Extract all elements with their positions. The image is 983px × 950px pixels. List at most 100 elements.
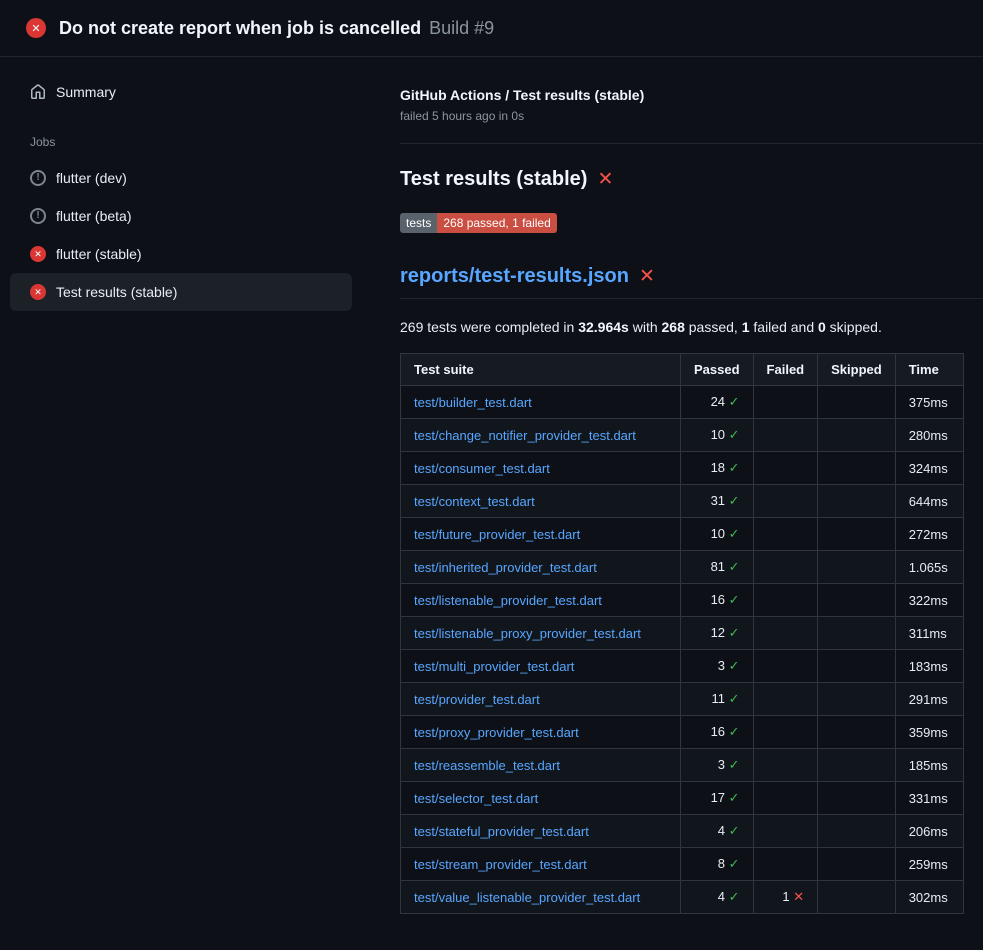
check-icon: ✓ [729, 724, 740, 739]
jobs-section-label: Jobs [30, 135, 352, 149]
suite-cell: test/builder_test.dart [401, 386, 681, 419]
test-suite-link[interactable]: test/stream_provider_test.dart [414, 857, 587, 872]
main-content: GitHub Actions / Test results (stable) f… [380, 57, 983, 914]
test-suite-link[interactable]: test/selector_test.dart [414, 791, 538, 806]
table-row: test/listenable_proxy_provider_test.dart… [401, 617, 964, 650]
test-suite-link[interactable]: test/stateful_provider_test.dart [414, 824, 589, 839]
suite-cell: test/selector_test.dart [401, 782, 681, 815]
test-suite-link[interactable]: test/proxy_provider_test.dart [414, 725, 579, 740]
failed-cell [753, 518, 818, 551]
sidebar-item-flutter-beta[interactable]: ! flutter (beta) [10, 197, 352, 235]
check-icon: ✓ [729, 460, 740, 475]
failed-cell [753, 419, 818, 452]
time-cell: 644ms [895, 485, 963, 518]
time-cell: 183ms [895, 650, 963, 683]
badge-label: tests [400, 213, 437, 233]
table-row: test/listenable_provider_test.dart16 ✓32… [401, 584, 964, 617]
table-row: test/builder_test.dart24 ✓375ms [401, 386, 964, 419]
time-cell: 291ms [895, 683, 963, 716]
test-suite-link[interactable]: test/listenable_provider_test.dart [414, 593, 602, 608]
failed-cell [753, 551, 818, 584]
summary-line: 269 tests were completed in 32.964s with… [400, 319, 983, 335]
failed-cell: 1 ✕ [753, 881, 818, 914]
check-icon: ✓ [729, 757, 740, 772]
suite-cell: test/provider_test.dart [401, 683, 681, 716]
col-header-test-suite: Test suite [401, 354, 681, 386]
failed-cell [753, 617, 818, 650]
failed-x-icon: ✕ [639, 267, 655, 286]
failed-cell [753, 485, 818, 518]
failed-icon: ✕ [30, 284, 46, 300]
table-row: test/reassemble_test.dart3 ✓185ms [401, 749, 964, 782]
skipped-cell [818, 848, 896, 881]
passed-cell: 8 ✓ [681, 848, 754, 881]
col-header-passed: Passed [681, 354, 754, 386]
suite-cell: test/future_provider_test.dart [401, 518, 681, 551]
check-icon: ✓ [729, 493, 740, 508]
suite-cell: test/listenable_proxy_provider_test.dart [401, 617, 681, 650]
test-suite-link[interactable]: test/value_listenable_provider_test.dart [414, 890, 640, 905]
report-file-link[interactable]: reports/test-results.json [400, 265, 629, 288]
cross-icon: ✕ [793, 889, 804, 904]
sidebar-item-label: Test results (stable) [56, 284, 177, 300]
test-suite-link[interactable]: test/reassemble_test.dart [414, 758, 560, 773]
summary-text: 269 tests were completed in [400, 319, 578, 335]
passed-cell: 10 ✓ [681, 518, 754, 551]
sidebar-item-test-results-stable[interactable]: ✕ Test results (stable) [10, 273, 352, 311]
cancelled-icon: ! [30, 208, 46, 224]
suite-cell: test/stateful_provider_test.dart [401, 815, 681, 848]
test-suite-link[interactable]: test/inherited_provider_test.dart [414, 560, 597, 575]
test-suite-link[interactable]: test/context_test.dart [414, 494, 535, 509]
time-cell: 259ms [895, 848, 963, 881]
col-header-time: Time [895, 354, 963, 386]
test-suite-link[interactable]: test/consumer_test.dart [414, 461, 550, 476]
test-suite-link[interactable]: test/multi_provider_test.dart [414, 659, 574, 674]
check-icon: ✓ [729, 625, 740, 640]
time-cell: 311ms [895, 617, 963, 650]
sidebar-item-summary[interactable]: Summary [10, 73, 352, 111]
suite-cell: test/value_listenable_provider_test.dart [401, 881, 681, 914]
passed-cell: 24 ✓ [681, 386, 754, 419]
suite-cell: test/proxy_provider_test.dart [401, 716, 681, 749]
check-icon: ✓ [729, 790, 740, 805]
skipped-cell [818, 419, 896, 452]
test-suite-link[interactable]: test/listenable_proxy_provider_test.dart [414, 626, 641, 641]
test-suite-link[interactable]: test/builder_test.dart [414, 395, 532, 410]
summary-text: failed and [750, 319, 819, 335]
test-suite-link[interactable]: test/future_provider_test.dart [414, 527, 580, 542]
sidebar-item-flutter-stable[interactable]: ✕flutter (stable) [10, 235, 352, 273]
page-title: Do not create report when job is cancell… [59, 18, 421, 39]
page-header: ✕ Do not create report when job is cance… [0, 0, 983, 57]
passed-cell: 12 ✓ [681, 617, 754, 650]
suite-cell: test/multi_provider_test.dart [401, 650, 681, 683]
time-cell: 280ms [895, 419, 963, 452]
breadcrumb: GitHub Actions / Test results (stable) [400, 87, 983, 103]
check-icon: ✓ [729, 526, 740, 541]
summary-skipped-count: 0 [818, 319, 826, 335]
suite-cell: test/inherited_provider_test.dart [401, 551, 681, 584]
table-row: test/proxy_provider_test.dart16 ✓359ms [401, 716, 964, 749]
summary-text: passed, [685, 319, 742, 335]
test-suite-link[interactable]: test/provider_test.dart [414, 692, 540, 707]
failed-cell [753, 584, 818, 617]
check-icon: ✓ [729, 889, 740, 904]
test-suite-link[interactable]: test/change_notifier_provider_test.dart [414, 428, 636, 443]
col-header-failed: Failed [753, 354, 818, 386]
time-cell: 272ms [895, 518, 963, 551]
sidebar-item-flutter-dev[interactable]: !flutter (dev) [10, 159, 352, 197]
time-cell: 206ms [895, 815, 963, 848]
table-row: test/change_notifier_provider_test.dart1… [401, 419, 964, 452]
table-row: test/consumer_test.dart18 ✓324ms [401, 452, 964, 485]
summary-text: skipped. [826, 319, 882, 335]
time-cell: 331ms [895, 782, 963, 815]
table-row: test/provider_test.dart 11 ✓ 291ms [401, 683, 964, 716]
failed-cell [753, 683, 818, 716]
skipped-cell [818, 617, 896, 650]
failed-cell [753, 386, 818, 419]
sidebar-item-label: flutter (beta) [56, 208, 131, 224]
results-table-body: test/builder_test.dart24 ✓375mstest/chan… [401, 386, 964, 914]
run-status-line: failed 5 hours ago in 0s [400, 109, 983, 123]
sidebar-item-label: flutter (dev) [56, 170, 127, 186]
passed-cell: 11 ✓ [681, 683, 754, 716]
skipped-cell [818, 551, 896, 584]
